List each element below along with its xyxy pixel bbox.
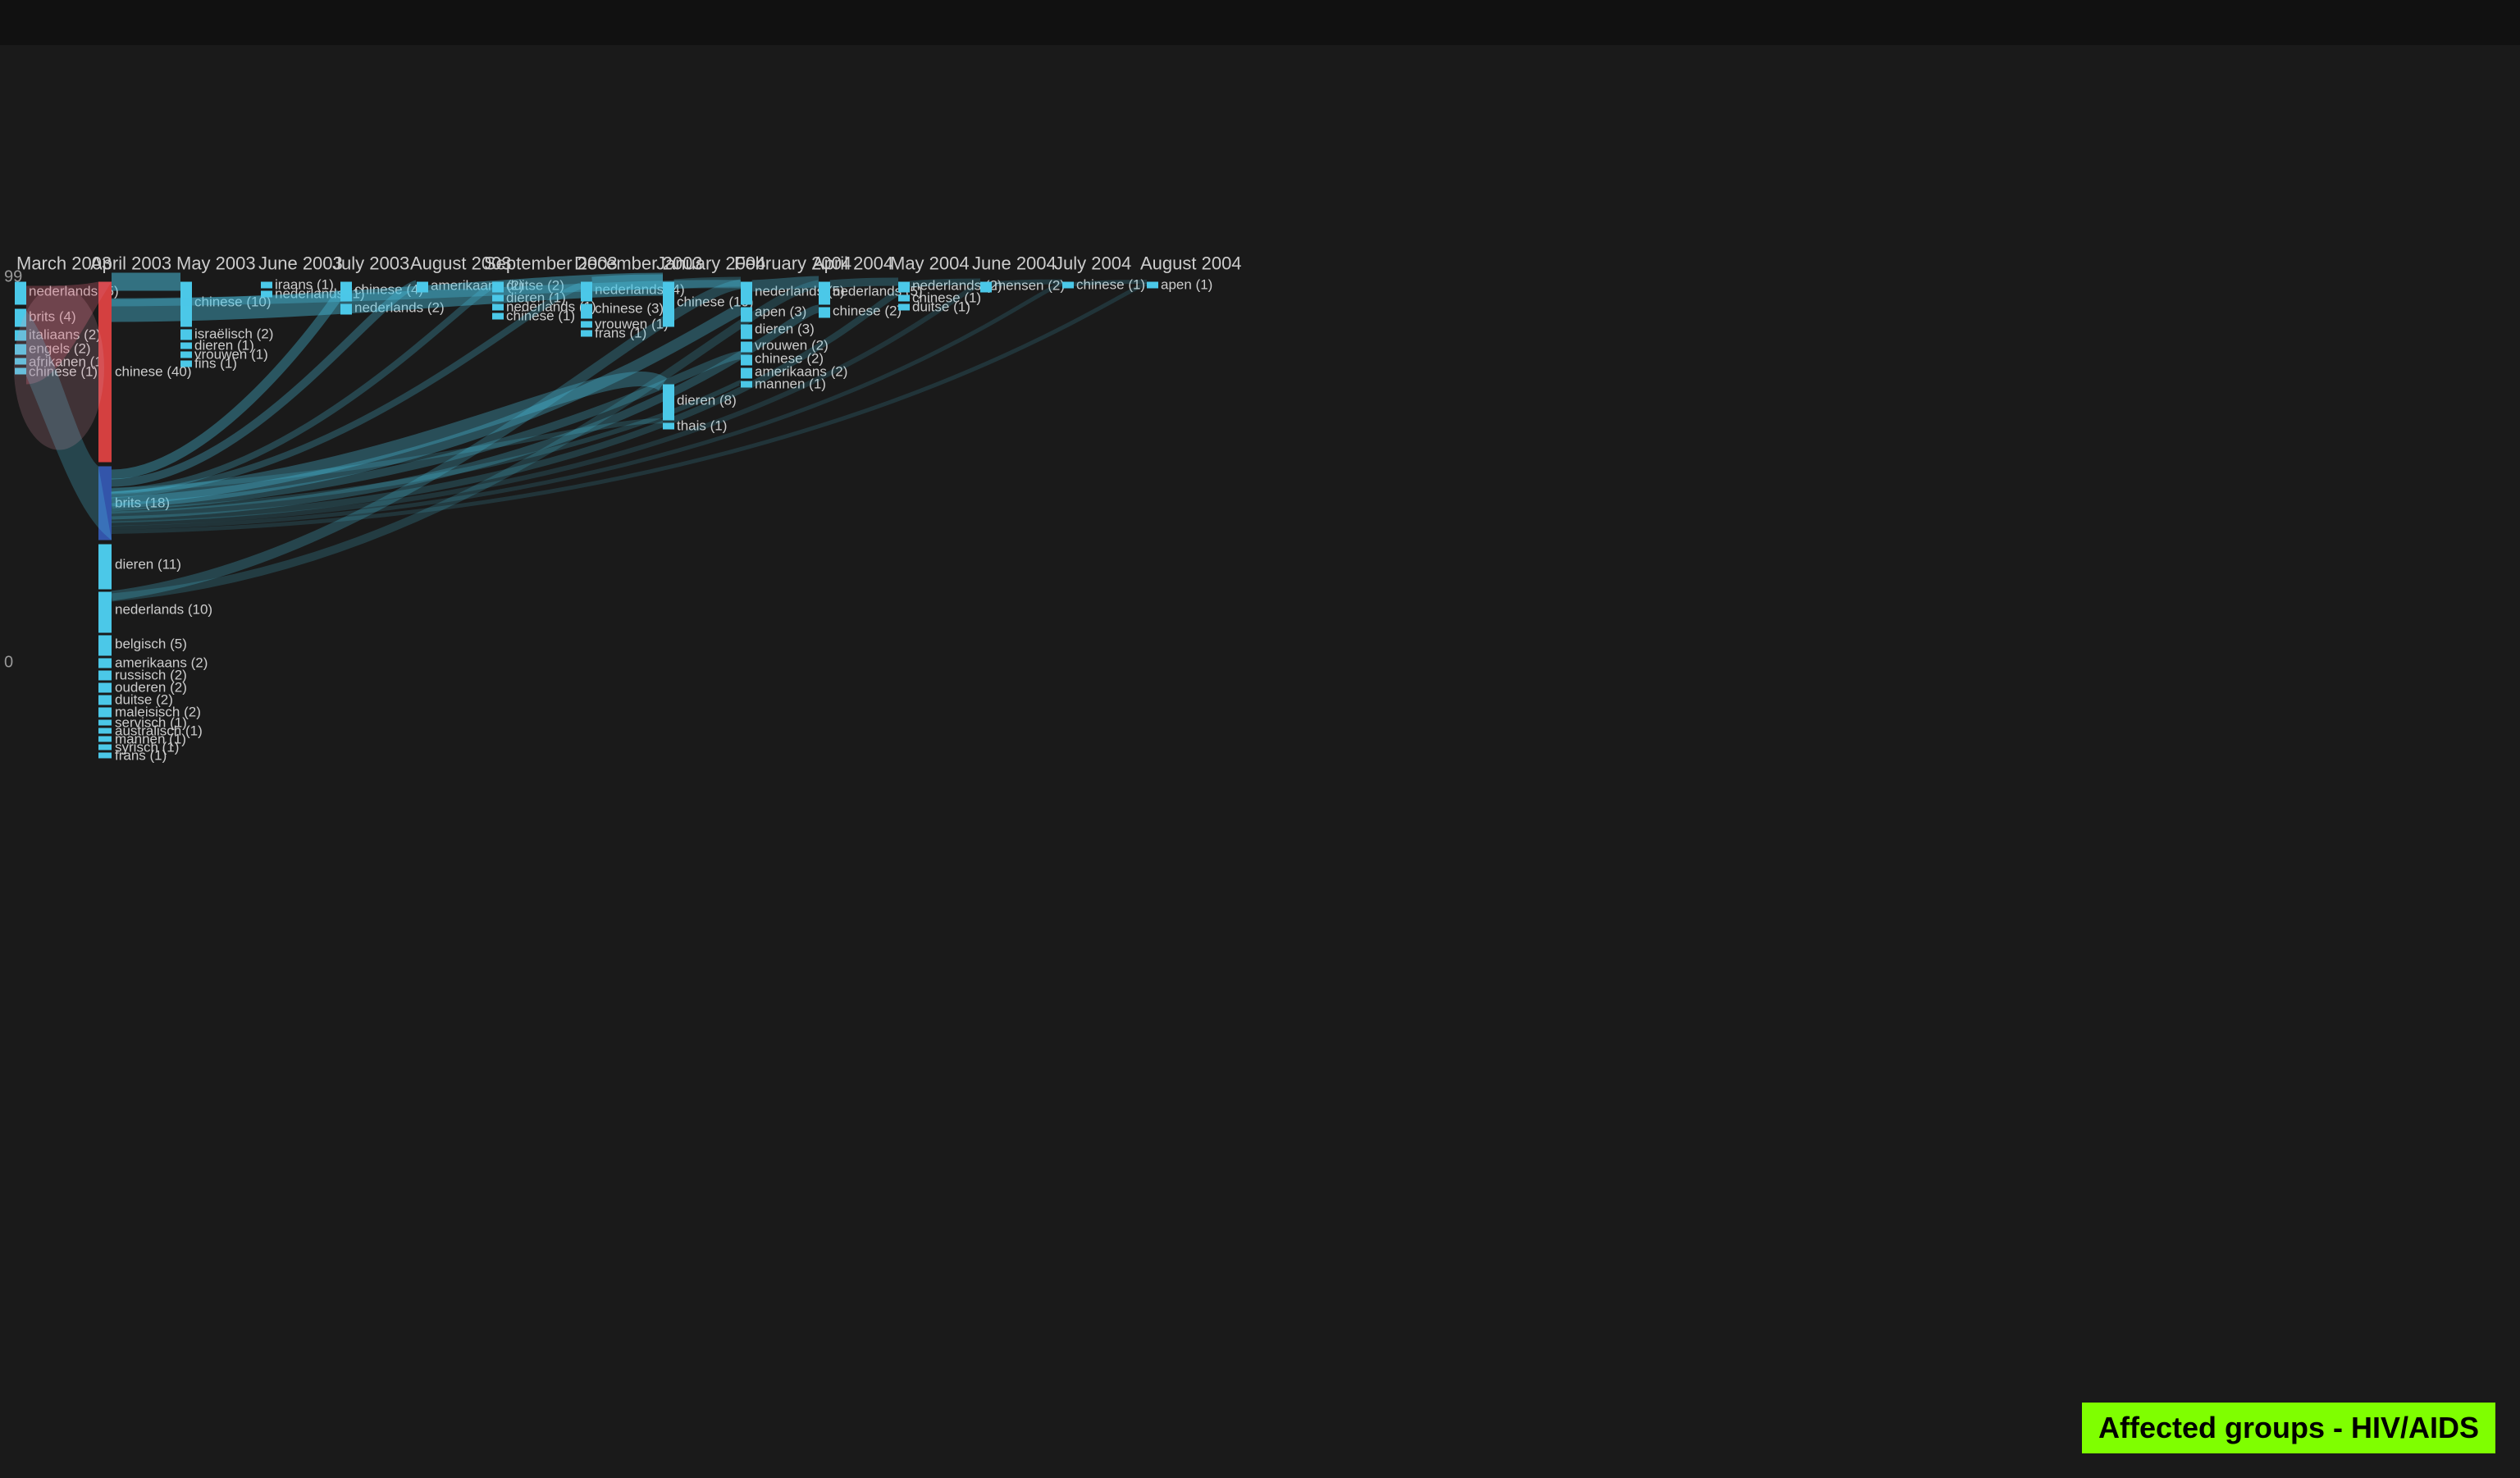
flow-apr4-may4 [830, 282, 898, 285]
month-label-may4: May 2004 [890, 253, 970, 274]
node-jul4-chinese [1062, 282, 1074, 289]
label-april-chinese-red: chinese (40) [115, 364, 192, 380]
label-april-belgisch: belgisch (5) [115, 636, 187, 652]
node-aug4-apen [1147, 282, 1158, 289]
node-dec-vrouwen [581, 322, 592, 328]
node-feb-amerikaans [741, 368, 752, 379]
label-may-fins: fins (1) [194, 356, 237, 372]
node-may-israelisch [180, 330, 192, 340]
node-april-australisch [98, 728, 112, 734]
node-may4-nederlands [898, 282, 910, 293]
node-april-mannen [98, 737, 112, 742]
node-june-iraans [261, 282, 272, 289]
flow-chart: March 2003 April 2003 May 2003 June 2003… [0, 45, 2520, 1478]
month-label-june: June 2003 [258, 253, 343, 274]
month-label-may: May 2003 [176, 253, 256, 274]
label-april-frans: frans (1) [115, 748, 167, 764]
flow-jan-feb [674, 282, 741, 285]
node-sep-chinese [492, 313, 504, 320]
node-april-nederlands [98, 592, 112, 633]
month-label-jul4: July 2004 [1054, 253, 1131, 274]
node-may4-duitse [898, 304, 910, 311]
zero-label: 0 [4, 654, 13, 672]
label-april-dieren: dieren (11) [115, 557, 181, 572]
node-may-fins [180, 361, 192, 367]
top-bar [0, 0, 2520, 45]
node-april-servisch [98, 720, 112, 726]
node-april-duitse [98, 696, 112, 705]
month-label-aug4: August 2004 [1140, 253, 1242, 274]
node-march-nederlands [15, 282, 26, 305]
node-may-vrouwen [180, 352, 192, 358]
node-feb-nederlands [741, 282, 752, 305]
month-label-april: April 2003 [90, 253, 171, 274]
node-may-dieren [180, 343, 192, 349]
month-label-july: July 2003 [332, 253, 409, 274]
label-aug4-apen: apen (1) [1161, 277, 1212, 293]
node-april-russisch [98, 671, 112, 681]
node-april-maleisisch [98, 708, 112, 718]
flow-dec-jan [592, 282, 663, 285]
month-label-jun4: June 2004 [972, 253, 1057, 274]
chart-title: Affected groups - HIV/AIDS [2082, 1403, 2495, 1453]
chart-area: March 2003 April 2003 May 2003 June 2003… [0, 45, 2520, 1478]
node-apr4-nederlands [819, 282, 830, 305]
pink-blob [14, 286, 104, 450]
node-april-syrisch [98, 745, 112, 750]
node-april-dieren [98, 545, 112, 590]
node-dec-chinese [581, 304, 592, 319]
node-apr4-chinese [819, 308, 830, 318]
flow-may4-jun4 [910, 282, 980, 285]
node-dec-frans [581, 331, 592, 337]
node-sep-nederlands [492, 304, 504, 311]
flow-feb-apr4 [752, 282, 819, 286]
node-may4-chinese [898, 295, 910, 302]
node-april-frans [98, 753, 112, 759]
node-april-amerikaans [98, 659, 112, 668]
month-label-apr4: April 2004 [812, 253, 893, 274]
label-april-nederlands: nederlands (10) [115, 602, 212, 618]
node-jun4-mensen [980, 282, 992, 293]
node-april-belgisch [98, 636, 112, 656]
label-dec-chinese: chinese (3) [595, 301, 664, 317]
node-april-ouderen [98, 683, 112, 693]
flow-jun4-jul4 [992, 282, 1062, 285]
